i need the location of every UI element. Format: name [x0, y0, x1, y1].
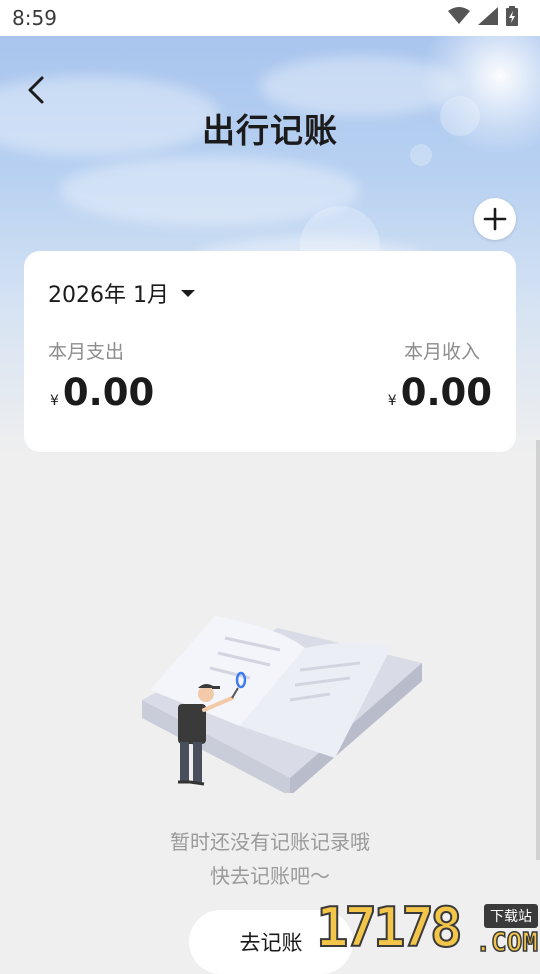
month-label: 2026年 1月 — [48, 283, 169, 308]
income-value: ¥ 0.00 — [388, 371, 492, 414]
expense-currency: ¥ — [50, 393, 59, 409]
page-title: 出行记账 — [202, 111, 338, 150]
watermark-badge: 下载站 — [484, 904, 538, 928]
status-time: 8:59 — [12, 6, 57, 30]
summary-card: 2026年 1月 本月支出 本月收入 ¥ 0.00 ¥ 0.00 — [24, 251, 516, 452]
status-bar: 8:59 — [0, 0, 540, 36]
scrollbar[interactable] — [536, 440, 540, 860]
signal-icon — [478, 7, 498, 25]
empty-book-illustration — [142, 616, 422, 793]
caret-down-icon — [180, 289, 195, 297]
watermark-suffix: .COM — [475, 927, 539, 959]
go-record-label: 去记账 — [239, 931, 303, 955]
plus-icon — [483, 207, 507, 231]
expense-label: 本月支出 — [48, 341, 125, 363]
watermark-logo: 17178 下载站 .COM — [315, 895, 540, 960]
status-icons — [448, 6, 518, 26]
income-label: 本月收入 — [403, 341, 480, 363]
empty-message-line1: 暂时还没有记账记录哦 — [170, 830, 370, 854]
watermark-digits: 17178 — [315, 895, 464, 960]
wifi-icon — [448, 7, 470, 24]
income-currency: ¥ — [387, 393, 397, 409]
empty-message-line2: 快去记账吧～ — [210, 864, 330, 888]
expense-value: ¥ 0.00 — [50, 371, 154, 414]
battery-icon — [506, 6, 518, 26]
income-amount: 0.00 — [400, 371, 492, 414]
month-selector[interactable]: 2026年 1月 — [48, 277, 195, 309]
add-record-button[interactable] — [474, 198, 516, 240]
expense-amount: 0.00 — [62, 371, 155, 414]
